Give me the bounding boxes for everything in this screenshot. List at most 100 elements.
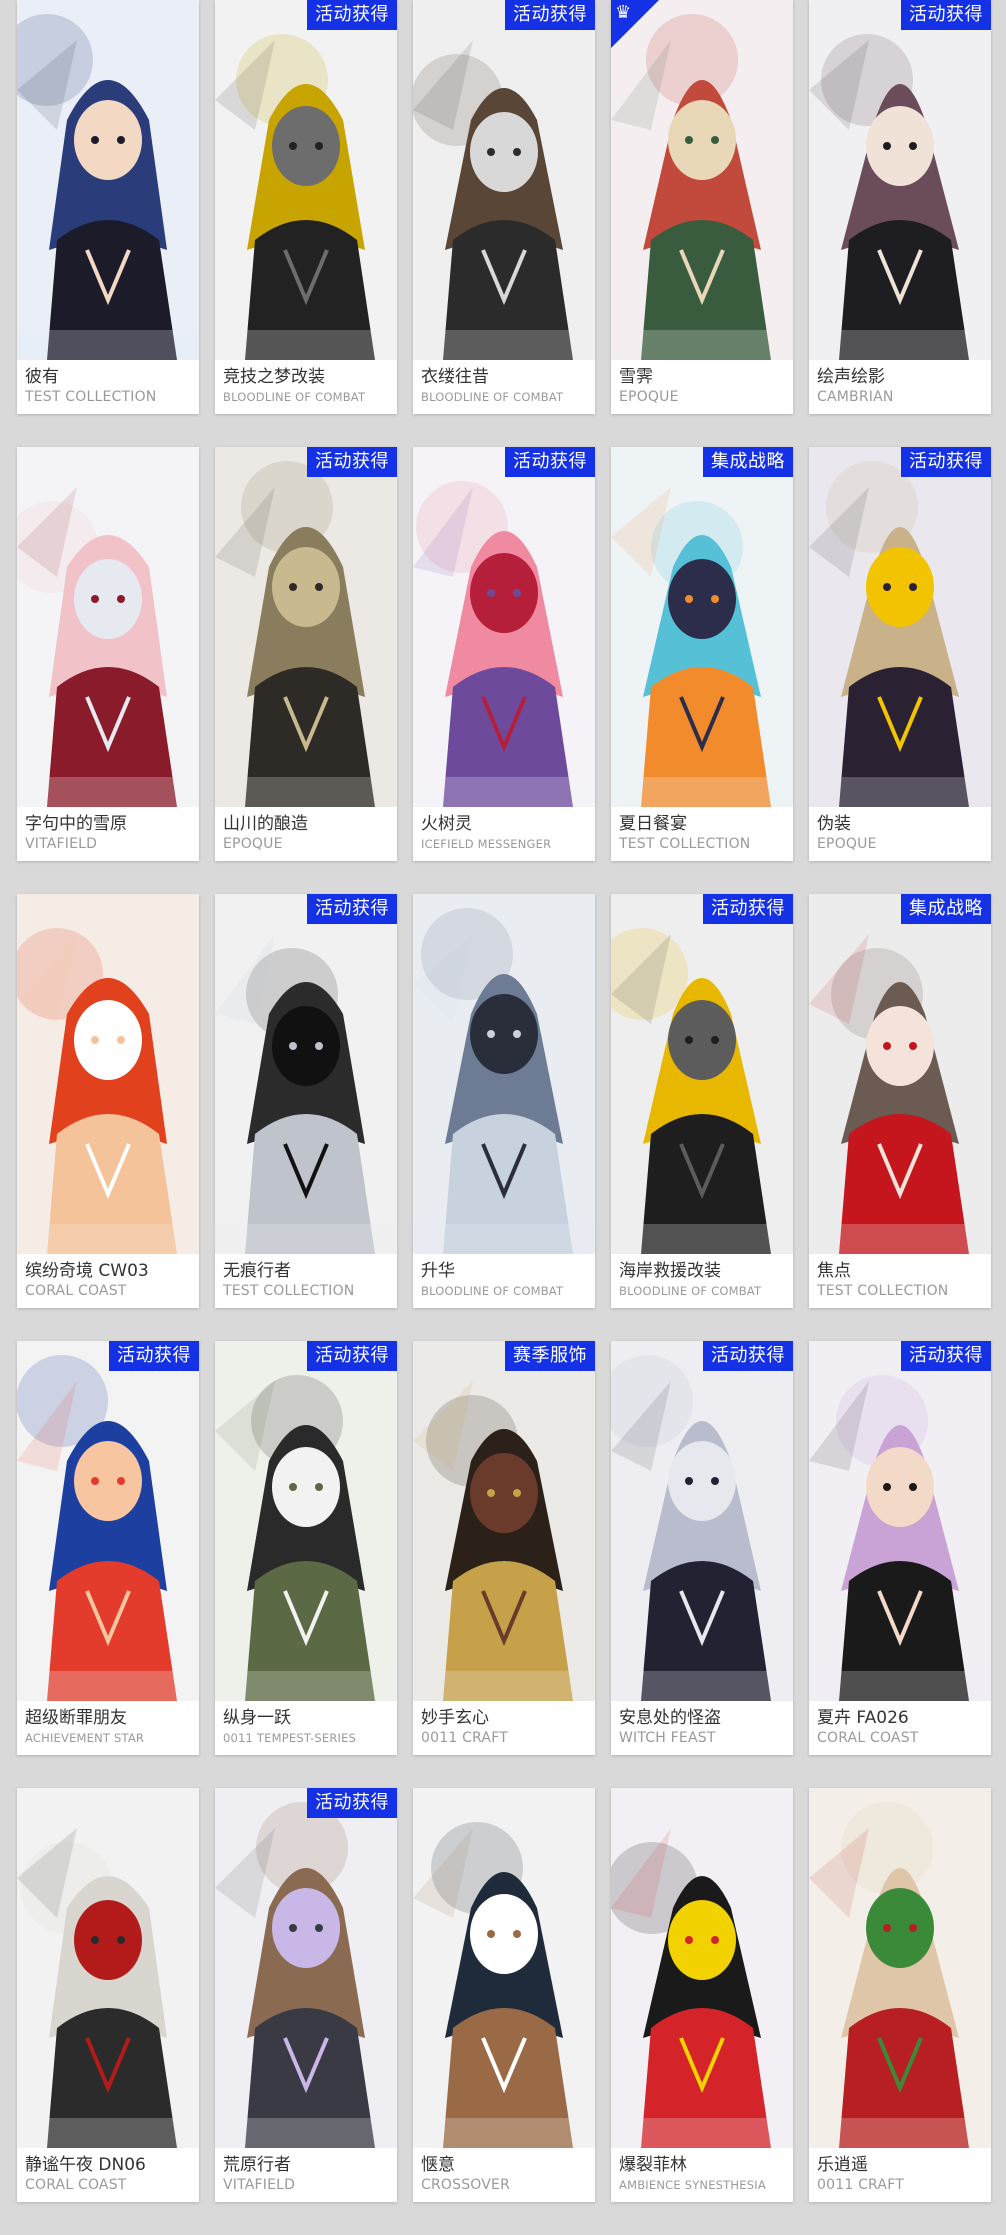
- skin-card[interactable]: 赛季服饰 妙手玄心 0011 CRAFT: [413, 1341, 595, 1755]
- skin-caption: 升华 BLOODLINE OF COMBAT: [413, 1254, 595, 1308]
- skin-card[interactable]: 活动获得 衣缕往昔 BLOODLINE OF COMBAT: [413, 0, 595, 414]
- skin-series: TEST COLLECTION: [223, 1283, 355, 1299]
- skin-card[interactable]: 活动获得安息处的怪盗 WITCH FEAST: [611, 1341, 793, 1755]
- skin-series: CAMBRIAN: [817, 389, 894, 405]
- acquisition-badge: 活动获得: [505, 447, 595, 477]
- skin-portrait: [17, 1341, 199, 1701]
- character-art: [611, 1788, 793, 2148]
- skin-name: 乐逍遥: [817, 2155, 868, 2175]
- skin-card[interactable]: 活动获得海岸救援改装 BLOODLINE OF COMBAT: [611, 894, 793, 1308]
- acquisition-badge: 活动获得: [307, 894, 397, 924]
- skin-card[interactable]: 集成战略夏日餐宴 TEST COLLECTION: [611, 447, 793, 861]
- skin-caption: 伪装 EPOQUE: [809, 807, 991, 861]
- skin-series: TEST COLLECTION: [817, 1283, 949, 1299]
- skin-card[interactable]: 缤纷奇境 CW03 CORAL COAST: [17, 894, 199, 1308]
- skin-series: BLOODLINE OF COMBAT: [223, 390, 366, 404]
- acquisition-badge: 活动获得: [703, 1341, 793, 1371]
- skin-series: TEST COLLECTION: [25, 389, 157, 405]
- skin-card[interactable]: 活动获得 荒原行者 VITAFIELD: [215, 1788, 397, 2202]
- acquisition-badge: 活动获得: [307, 0, 397, 30]
- acquisition-badge: 活动获得: [901, 447, 991, 477]
- skin-series: WITCH FEAST: [619, 1730, 716, 1746]
- skin-caption: 衣缕往昔 BLOODLINE OF COMBAT: [413, 360, 595, 414]
- skin-caption: 雪霁 EPOQUE: [611, 360, 793, 414]
- skin-card[interactable]: 升华 BLOODLINE OF COMBAT: [413, 894, 595, 1308]
- skin-card[interactable]: 活动获得夏卉 FA026 CORAL COAST: [809, 1341, 991, 1755]
- skin-portrait: [413, 0, 595, 360]
- skin-card[interactable]: 活动获得 火树灵 ICEFIELD MESSENGER: [413, 447, 595, 861]
- character-art: [215, 1341, 397, 1701]
- skin-series: 0011 TEMPEST-SERIES: [223, 1731, 357, 1745]
- acquisition-badge: 活动获得: [703, 894, 793, 924]
- skin-card[interactable]: 活动获得伪装 EPOQUE: [809, 447, 991, 861]
- skin-caption: 彼有 TEST COLLECTION: [17, 360, 199, 414]
- skin-name: 绘声绘影: [817, 367, 885, 387]
- skin-portrait: [215, 1341, 397, 1701]
- skin-series: EPOQUE: [223, 836, 283, 852]
- character-art: [809, 447, 991, 807]
- skin-portrait: [215, 0, 397, 360]
- skin-name: 火树灵: [421, 814, 472, 834]
- character-art: [17, 0, 199, 360]
- character-art: [17, 894, 199, 1254]
- crown-corner-icon: ♛: [611, 0, 659, 48]
- skin-caption: 荒原行者 VITAFIELD: [215, 2148, 397, 2202]
- skin-name: 夏卉 FA026: [817, 1708, 909, 1728]
- skin-name: 伪装: [817, 814, 851, 834]
- skin-card[interactable]: 活动获得无痕行者 TEST COLLECTION: [215, 894, 397, 1308]
- skin-card[interactable]: 彼有 TEST COLLECTION: [17, 0, 199, 414]
- skin-name: 衣缕往昔: [421, 367, 489, 387]
- skin-portrait: [413, 894, 595, 1254]
- character-art: [413, 894, 595, 1254]
- skin-series: 0011 CRAFT: [421, 1730, 508, 1746]
- skin-caption: 山川的酿造 EPOQUE: [215, 807, 397, 861]
- skin-series: CORAL COAST: [817, 1730, 919, 1746]
- character-art: [413, 1341, 595, 1701]
- acquisition-badge: 活动获得: [901, 1341, 991, 1371]
- skin-name: 无痕行者: [223, 1261, 291, 1281]
- skin-gallery-grid: 彼有 TEST COLLECTION 活动获得 竞技之梦改装 BLOODLINE OF…: [0, 0, 1006, 2235]
- character-art: [215, 894, 397, 1254]
- character-art: [413, 1788, 595, 2148]
- skin-name: 安息处的怪盗: [619, 1708, 721, 1728]
- skin-card[interactable]: ♛ 雪霁 EPOQUE: [611, 0, 793, 414]
- character-art: [215, 1788, 397, 2148]
- skin-caption: 超级断罪朋友 ACHIEVEMENT STAR: [17, 1701, 199, 1755]
- skin-portrait: [215, 894, 397, 1254]
- skin-portrait: [611, 1341, 793, 1701]
- skin-card[interactable]: 乐逍遥 0011 CRAFT: [809, 1788, 991, 2202]
- skin-caption: 绘声绘影 CAMBRIAN: [809, 360, 991, 414]
- character-art: [611, 0, 793, 360]
- skin-caption: 惬意 CROSSOVER: [413, 2148, 595, 2202]
- skin-series: BLOODLINE OF COMBAT: [421, 390, 564, 404]
- skin-name: 超级断罪朋友: [25, 1708, 127, 1728]
- skin-series: VITAFIELD: [25, 836, 98, 852]
- skin-card[interactable]: 活动获得 竞技之梦改装 BLOODLINE OF COMBAT: [215, 0, 397, 414]
- skin-caption: 字句中的雪原 VITAFIELD: [17, 807, 199, 861]
- skin-card[interactable]: 集成战略 焦点 TEST COLLECTION: [809, 894, 991, 1308]
- character-art: [809, 0, 991, 360]
- skin-portrait: [611, 0, 793, 360]
- skin-card[interactable]: 活动获得 纵身一跃 0011 TEMPEST-SERIES: [215, 1341, 397, 1755]
- skin-name: 彼有: [25, 367, 59, 387]
- skin-series: BLOODLINE OF COMBAT: [421, 1284, 564, 1298]
- skin-card[interactable]: 活动获得 超级断罪朋友 ACHIEVEMENT STAR: [17, 1341, 199, 1755]
- skin-card[interactable]: 爆裂菲林 AMBIENCE SYNESTHESIA: [611, 1788, 793, 2202]
- skin-portrait: [413, 447, 595, 807]
- skin-card[interactable]: 惬意 CROSSOVER: [413, 1788, 595, 2202]
- acquisition-badge: 赛季服饰: [505, 1341, 595, 1371]
- skin-portrait: [809, 447, 991, 807]
- skin-caption: 海岸救援改装 BLOODLINE OF COMBAT: [611, 1254, 793, 1308]
- skin-series: CROSSOVER: [421, 2177, 511, 2193]
- character-art: [809, 1788, 991, 2148]
- skin-card[interactable]: 活动获得 山川的酿造 EPOQUE: [215, 447, 397, 861]
- character-art: [215, 447, 397, 807]
- skin-card[interactable]: 静谧午夜 DN06 CORAL COAST: [17, 1788, 199, 2202]
- skin-card[interactable]: 字句中的雪原 VITAFIELD: [17, 447, 199, 861]
- skin-card[interactable]: 活动获得 绘声绘影 CAMBRIAN: [809, 0, 991, 414]
- skin-portrait: [809, 0, 991, 360]
- skin-portrait: [611, 1788, 793, 2148]
- skin-caption: 夏日餐宴 TEST COLLECTION: [611, 807, 793, 861]
- skin-portrait: [17, 1788, 199, 2148]
- acquisition-badge: 集成战略: [703, 447, 793, 477]
